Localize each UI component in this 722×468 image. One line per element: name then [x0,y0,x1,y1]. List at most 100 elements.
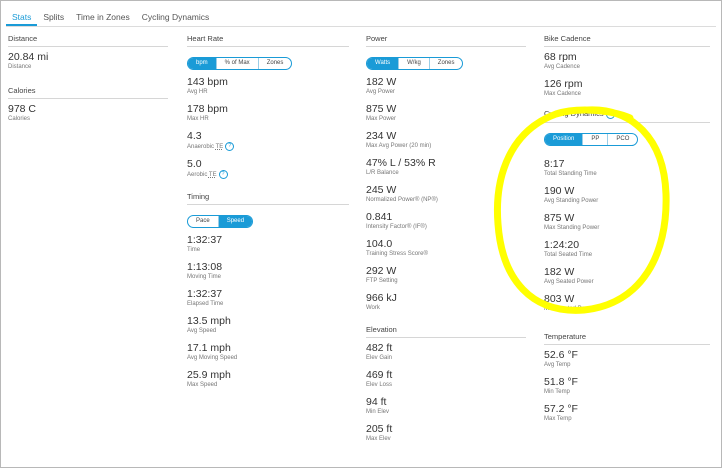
toggle-pco[interactable]: PCO [607,133,637,145]
stat-elev-loss: 469 ft Elev Loss [366,369,526,390]
toggle-position[interactable]: Position [545,133,583,145]
heart-rate-unit-toggle: bpm % of Max Zones [187,57,293,70]
stat-value: 469 ft [366,369,393,381]
stat-label: Max HR [187,116,209,122]
stat-value: 94 ft [366,396,387,408]
stat-max-standing-power: 875 W Max Standing Power [544,212,710,233]
column-summary: Distance 20.84 mi Distance Calories 978 … [8,34,168,130]
stat-total-seated-time: 1:24:20 Total Seated Time [544,239,710,260]
stat-label: Training Stress Score® [366,251,428,257]
stat-label: Max Power [366,116,397,122]
distance-section-title: Distance [8,34,168,47]
stat-training-stress-score: 104.0 Training Stress Score® [366,238,526,259]
stat-label: Avg Temp [544,361,571,368]
stat-value: 5.0 [187,158,202,171]
stat-label: Elev Gain [366,355,393,361]
stat-min-temp: 51.8 °F Min Temp [544,376,710,397]
stat-label: Max Cadence [544,91,582,97]
stat-avg-moving-speed: 17.1 mph Avg Moving Speed [187,342,349,363]
tab-cycling-dynamics[interactable]: Cycling Dynamics [136,8,216,26]
tab-stats[interactable]: Stats [6,8,38,26]
tab-divider [6,26,716,27]
stat-value: 292 W [366,265,397,277]
stat-avg-hr: 143 bpm Avg HR [187,76,349,97]
stat-moving-time: 1:13:08 Moving Time [187,261,349,282]
stat-value: 25.9 mph [187,369,231,382]
toggle-bpm[interactable]: bpm [188,58,216,69]
stat-label: Work [366,305,380,311]
stat-max-seated-power: 803 W Max Seated Power [544,293,710,314]
stat-value: 47% L / 53% R [366,157,436,169]
stat-value: 1:13:08 [187,261,223,274]
stat-value: 104.0 [366,238,393,250]
stat-work: 966 kJ Work [366,292,526,313]
stat-label: Avg HR [187,89,208,95]
toggle-percent-of-max[interactable]: % of Max [215,58,258,69]
column-power-elevation: Power Watts W/kg Zones 182 W Avg Power 8… [366,34,526,450]
label-prefix: Aerobic [187,172,209,179]
stat-label: Max Seated Power [544,305,595,312]
heart-rate-section-title: Heart Rate [187,34,349,47]
stat-avg-speed: 13.5 mph Avg Speed [187,315,349,336]
stat-label: Normalized Power® (NP®) [366,197,438,203]
cycling-dynamics-toggle: Position PP PCO [544,132,639,146]
tab-splits[interactable]: Splits [37,8,70,26]
toggle-w-per-kg[interactable]: W/kg [398,58,429,69]
stat-value: 245 W [366,184,397,196]
stat-label: Elapsed Time [187,301,224,308]
stat-ftp-setting: 292 W FTP Setting [366,265,526,286]
te-abbreviation[interactable]: TE [216,144,224,150]
stat-time: 1:32:37 Time [187,234,349,255]
stat-label: Max Speed [187,382,218,389]
stat-value: 875 W [544,211,575,224]
info-icon[interactable]: ? [225,142,235,151]
calories-section-title: Calories [8,86,168,99]
stat-avg-cadence: 68 rpm Avg Cadence [544,51,710,72]
stat-value: 126 rpm [544,78,583,90]
stat-label: Avg Speed [187,328,217,335]
stat-label: FTP Setting [366,278,398,284]
toggle-pp[interactable]: PP [582,133,607,145]
stat-value: 52.6 °F [544,348,578,361]
stat-label: Total Standing Time [544,170,597,177]
stat-elapsed-time: 1:32:37 Elapsed Time [187,288,349,309]
stat-value: 875 W [366,103,397,115]
info-icon[interactable]: ? [218,170,228,180]
stat-label: Time [187,247,201,254]
stat-label: Distance [8,64,32,70]
stat-label: Avg Seated Power [544,278,594,285]
toggle-speed[interactable]: Speed [217,216,253,228]
stat-max-elev: 205 ft Max Elev [366,423,526,444]
stat-value: 1:32:37 [187,288,223,301]
stat-elev-gain: 482 ft Elev Gain [366,342,526,363]
toggle-zones[interactable]: Zones [428,58,463,69]
stat-label: Elev Loss [366,382,393,388]
cadence-section-title: Bike Cadence [544,34,710,47]
stat-value: 182 W [544,265,575,278]
toggle-watts[interactable]: Watts [367,58,399,69]
label-prefix: Anaerobic [187,144,216,151]
stat-value: 0.841 [366,211,393,223]
stat-max-power: 875 W Max Power [366,103,526,124]
stat-min-elev: 94 ft Min Elev [366,396,526,417]
stat-label: Max Avg Power (20 min) [366,143,432,149]
stat-value: 4.3 [187,130,202,142]
stat-avg-seated-power: 182 W Avg Seated Power [544,266,710,287]
timing-section-title: Timing [187,192,349,206]
section-title-text: Cycling Dynamics [544,109,604,118]
stat-value: 978 C [8,103,37,115]
temperature-section-title: Temperature [544,332,710,345]
stat-value: 182 W [366,76,397,88]
stat-max-cadence: 126 rpm Max Cadence [544,78,710,99]
stat-value: 8:17 [544,157,565,170]
toggle-zones[interactable]: Zones [257,58,292,69]
te-abbreviation[interactable]: TE [209,172,217,178]
stat-value: 205 ft [366,423,393,435]
stat-avg-power: 182 W Avg Power [366,76,526,97]
power-unit-toggle: Watts W/kg Zones [366,57,464,70]
tab-time-in-zones[interactable]: Time in Zones [70,8,136,26]
stat-label: Avg Standing Power [544,197,599,204]
info-icon[interactable]: ? [605,109,615,119]
stat-intensity-factor: 0.841 Intensity Factor® (IF®) [366,211,526,232]
toggle-pace[interactable]: Pace [188,216,218,227]
